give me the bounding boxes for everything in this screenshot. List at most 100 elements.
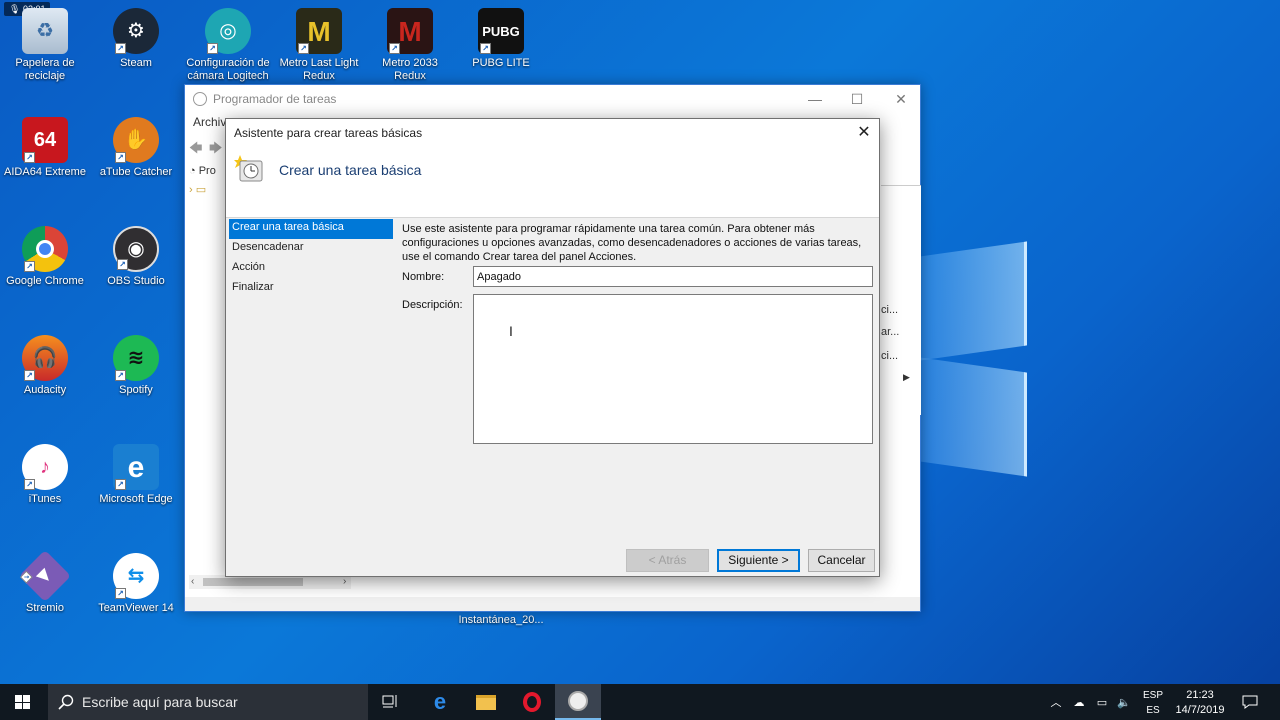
desktop-icon-itunes[interactable]: ♪ ↗ iTunes	[0, 444, 90, 506]
taskbar-edge[interactable]: e	[417, 684, 463, 720]
desktop-icon-audacity[interactable]: 🎧 ↗ Audacity	[0, 335, 90, 397]
back-button[interactable]: < Atrás	[626, 549, 709, 572]
aida64-icon: 64 ↗	[22, 117, 68, 163]
chevron-up-icon: ︿	[1050, 697, 1062, 709]
metro-last-light-icon: M ↗	[296, 8, 342, 54]
description-field[interactable]	[473, 294, 873, 444]
step-finish[interactable]: Finalizar	[229, 279, 393, 299]
maximize-button[interactable]: ☐	[835, 89, 879, 109]
windows-wallpaper-logo	[905, 241, 1030, 477]
start-button[interactable]	[0, 684, 46, 720]
scroll-right-icon[interactable]: ›	[343, 576, 346, 587]
basic-task-wizard-dialog[interactable]: Asistente para crear tareas básicas ✕ Cr…	[225, 118, 880, 577]
back-arrow-icon[interactable]: 🡄	[189, 139, 205, 155]
atube-catcher-icon: ✋ ↗	[113, 117, 159, 163]
cancel-button[interactable]: Cancelar	[808, 549, 875, 572]
task-view-button[interactable]	[368, 684, 414, 720]
taskbar-opera[interactable]	[509, 684, 555, 720]
desktop-icon-label: aTube Catcher	[99, 166, 173, 178]
desktop-icon-label: Spotify	[119, 384, 153, 396]
task-view-icon	[382, 695, 397, 708]
desktop-icon-metro-2033[interactable]: M ↗ Metro 2033 Redux	[365, 8, 455, 83]
desktop-icon-label: Metro 2033 Redux	[382, 57, 438, 82]
keyboard-layout: ES	[1146, 705, 1160, 716]
desktop-icon-label: PUBG LITE	[472, 57, 530, 69]
desktop-icon-spotify[interactable]: ≋ ↗ Spotify	[91, 335, 181, 397]
desktop-icon-atube[interactable]: ✋ ↗ aTube Catcher	[91, 117, 181, 179]
action-item[interactable]: ar...	[881, 326, 899, 338]
volume-tray[interactable]: 🔈	[1113, 684, 1135, 720]
speaker-icon: 🔈	[1117, 696, 1131, 709]
scrollbar-thumb[interactable]	[203, 578, 303, 586]
spotify-icon: ≋ ↗	[113, 335, 159, 381]
task-scheduler-icon	[193, 92, 207, 106]
desktop-icon-metro-last-light[interactable]: M ↗ Metro Last Light Redux	[274, 8, 364, 83]
language-code: ESP	[1142, 690, 1163, 701]
desktop-icon-label: AIDA64 Extreme	[4, 166, 86, 178]
wizard-title: Asistente para crear tareas básicas	[226, 119, 879, 147]
desktop-icon-screenshot[interactable]: Instantánea_20...	[456, 614, 546, 626]
desktop-icon-logitech[interactable]: ◎ ↗ Configuración de cámara Logitech	[183, 8, 273, 83]
tree-root-item[interactable]: ◔ Pro	[189, 165, 216, 177]
desktop-icon-label: Microsoft Edge	[99, 493, 173, 505]
folder-icon[interactable]: › ▭	[189, 183, 206, 196]
wizard-steps: Crear una tarea básica Desencadenar Acci…	[229, 219, 393, 299]
pubg-lite-icon: PUBG ↗	[478, 8, 524, 54]
action-center-button[interactable]	[1236, 684, 1264, 720]
desktop-icon-label: Audacity	[23, 384, 67, 396]
show-hidden-icons-button[interactable]: ︿	[1046, 684, 1066, 720]
logitech-camera-icon: ◎ ↗	[205, 8, 251, 54]
audacity-icon: 🎧 ↗	[22, 335, 68, 381]
desktop-icon-teamviewer[interactable]: ⇆ ↗ TeamViewer 14	[91, 553, 181, 615]
next-button[interactable]: Siguiente >	[717, 549, 800, 572]
actions-pane: ci... ar... ci... ▶	[881, 185, 921, 415]
scroll-left-icon[interactable]: ‹	[191, 576, 194, 587]
chrome-icon: ↗	[22, 226, 68, 272]
step-create-basic-task[interactable]: Crear una tarea básica	[229, 219, 393, 239]
forward-arrow-icon[interactable]: 🡆	[209, 139, 225, 155]
wizard-intro-text: Use este asistente para programar rápida…	[402, 223, 862, 263]
taskbar-task-scheduler[interactable]	[555, 684, 601, 720]
taskbar-file-explorer[interactable]	[463, 684, 509, 720]
metro-2033-icon: M ↗	[387, 8, 433, 54]
itunes-icon: ♪ ↗	[22, 444, 68, 490]
taskbar-search-box[interactable]: Escribe aquí para buscar	[48, 684, 368, 720]
task-clock-icon	[234, 155, 263, 182]
network-tray[interactable]: ▭	[1091, 684, 1113, 720]
minimize-button[interactable]: —	[793, 89, 837, 109]
close-window-button[interactable]: ✕	[879, 89, 923, 109]
action-item[interactable]: ci...	[881, 350, 898, 362]
desktop-icon-label: OBS Studio	[107, 275, 165, 287]
taskbar-clock[interactable]: 21:23 14/7/2019	[1168, 688, 1232, 718]
desktop-icon-obs[interactable]: ◉ ↗ OBS Studio	[91, 226, 181, 288]
submenu-arrow-icon[interactable]: ▶	[903, 372, 910, 383]
desktop-icon-edge[interactable]: e ↗ Microsoft Edge	[91, 444, 181, 506]
wizard-header: Crear una tarea básica	[226, 147, 879, 217]
desktop-icon-pubg-lite[interactable]: PUBG ↗ PUBG LITE	[456, 8, 546, 70]
horizontal-scrollbar[interactable]: ‹ ›	[189, 575, 351, 589]
desktop-icon-chrome[interactable]: ↗ Google Chrome	[0, 226, 90, 288]
status-bar	[185, 597, 920, 611]
name-field[interactable]	[473, 266, 873, 287]
desktop-icon-steam[interactable]: ⚙ ↗ Steam	[91, 8, 181, 70]
desktop-icon-label: Papelera de reciclaje	[15, 57, 75, 82]
network-icon: ▭	[1096, 696, 1108, 709]
teamviewer-icon: ⇆ ↗	[113, 553, 159, 599]
wizard-close-button[interactable]: ✕	[849, 121, 879, 145]
desktop-icon-label: Metro Last Light Redux	[279, 57, 359, 82]
obs-icon: ◉ ↗	[113, 226, 159, 272]
wizard-heading: Crear una tarea básica	[279, 162, 422, 178]
header-divider	[226, 217, 879, 218]
desktop-icon-recycle-bin[interactable]: ♻ Papelera de reciclaje	[0, 8, 90, 83]
step-action[interactable]: Acción	[229, 259, 393, 279]
desktop-icon-aida64[interactable]: 64 ↗ AIDA64 Extreme	[0, 117, 90, 179]
desktop-icon-stremio[interactable]: ▶ ↗ Stremio	[0, 549, 90, 615]
steam-icon: ⚙ ↗	[113, 8, 159, 54]
onedrive-tray[interactable]: ☁	[1068, 684, 1090, 720]
step-trigger[interactable]: Desencadenar	[229, 239, 393, 259]
desktop-icon-label: Stremio	[26, 602, 64, 614]
task-scheduler-title: Programador de tareas	[213, 92, 337, 106]
edge-icon: e	[433, 689, 447, 714]
action-item[interactable]: ci...	[881, 304, 898, 316]
language-indicator[interactable]: ESP ES	[1138, 688, 1168, 718]
